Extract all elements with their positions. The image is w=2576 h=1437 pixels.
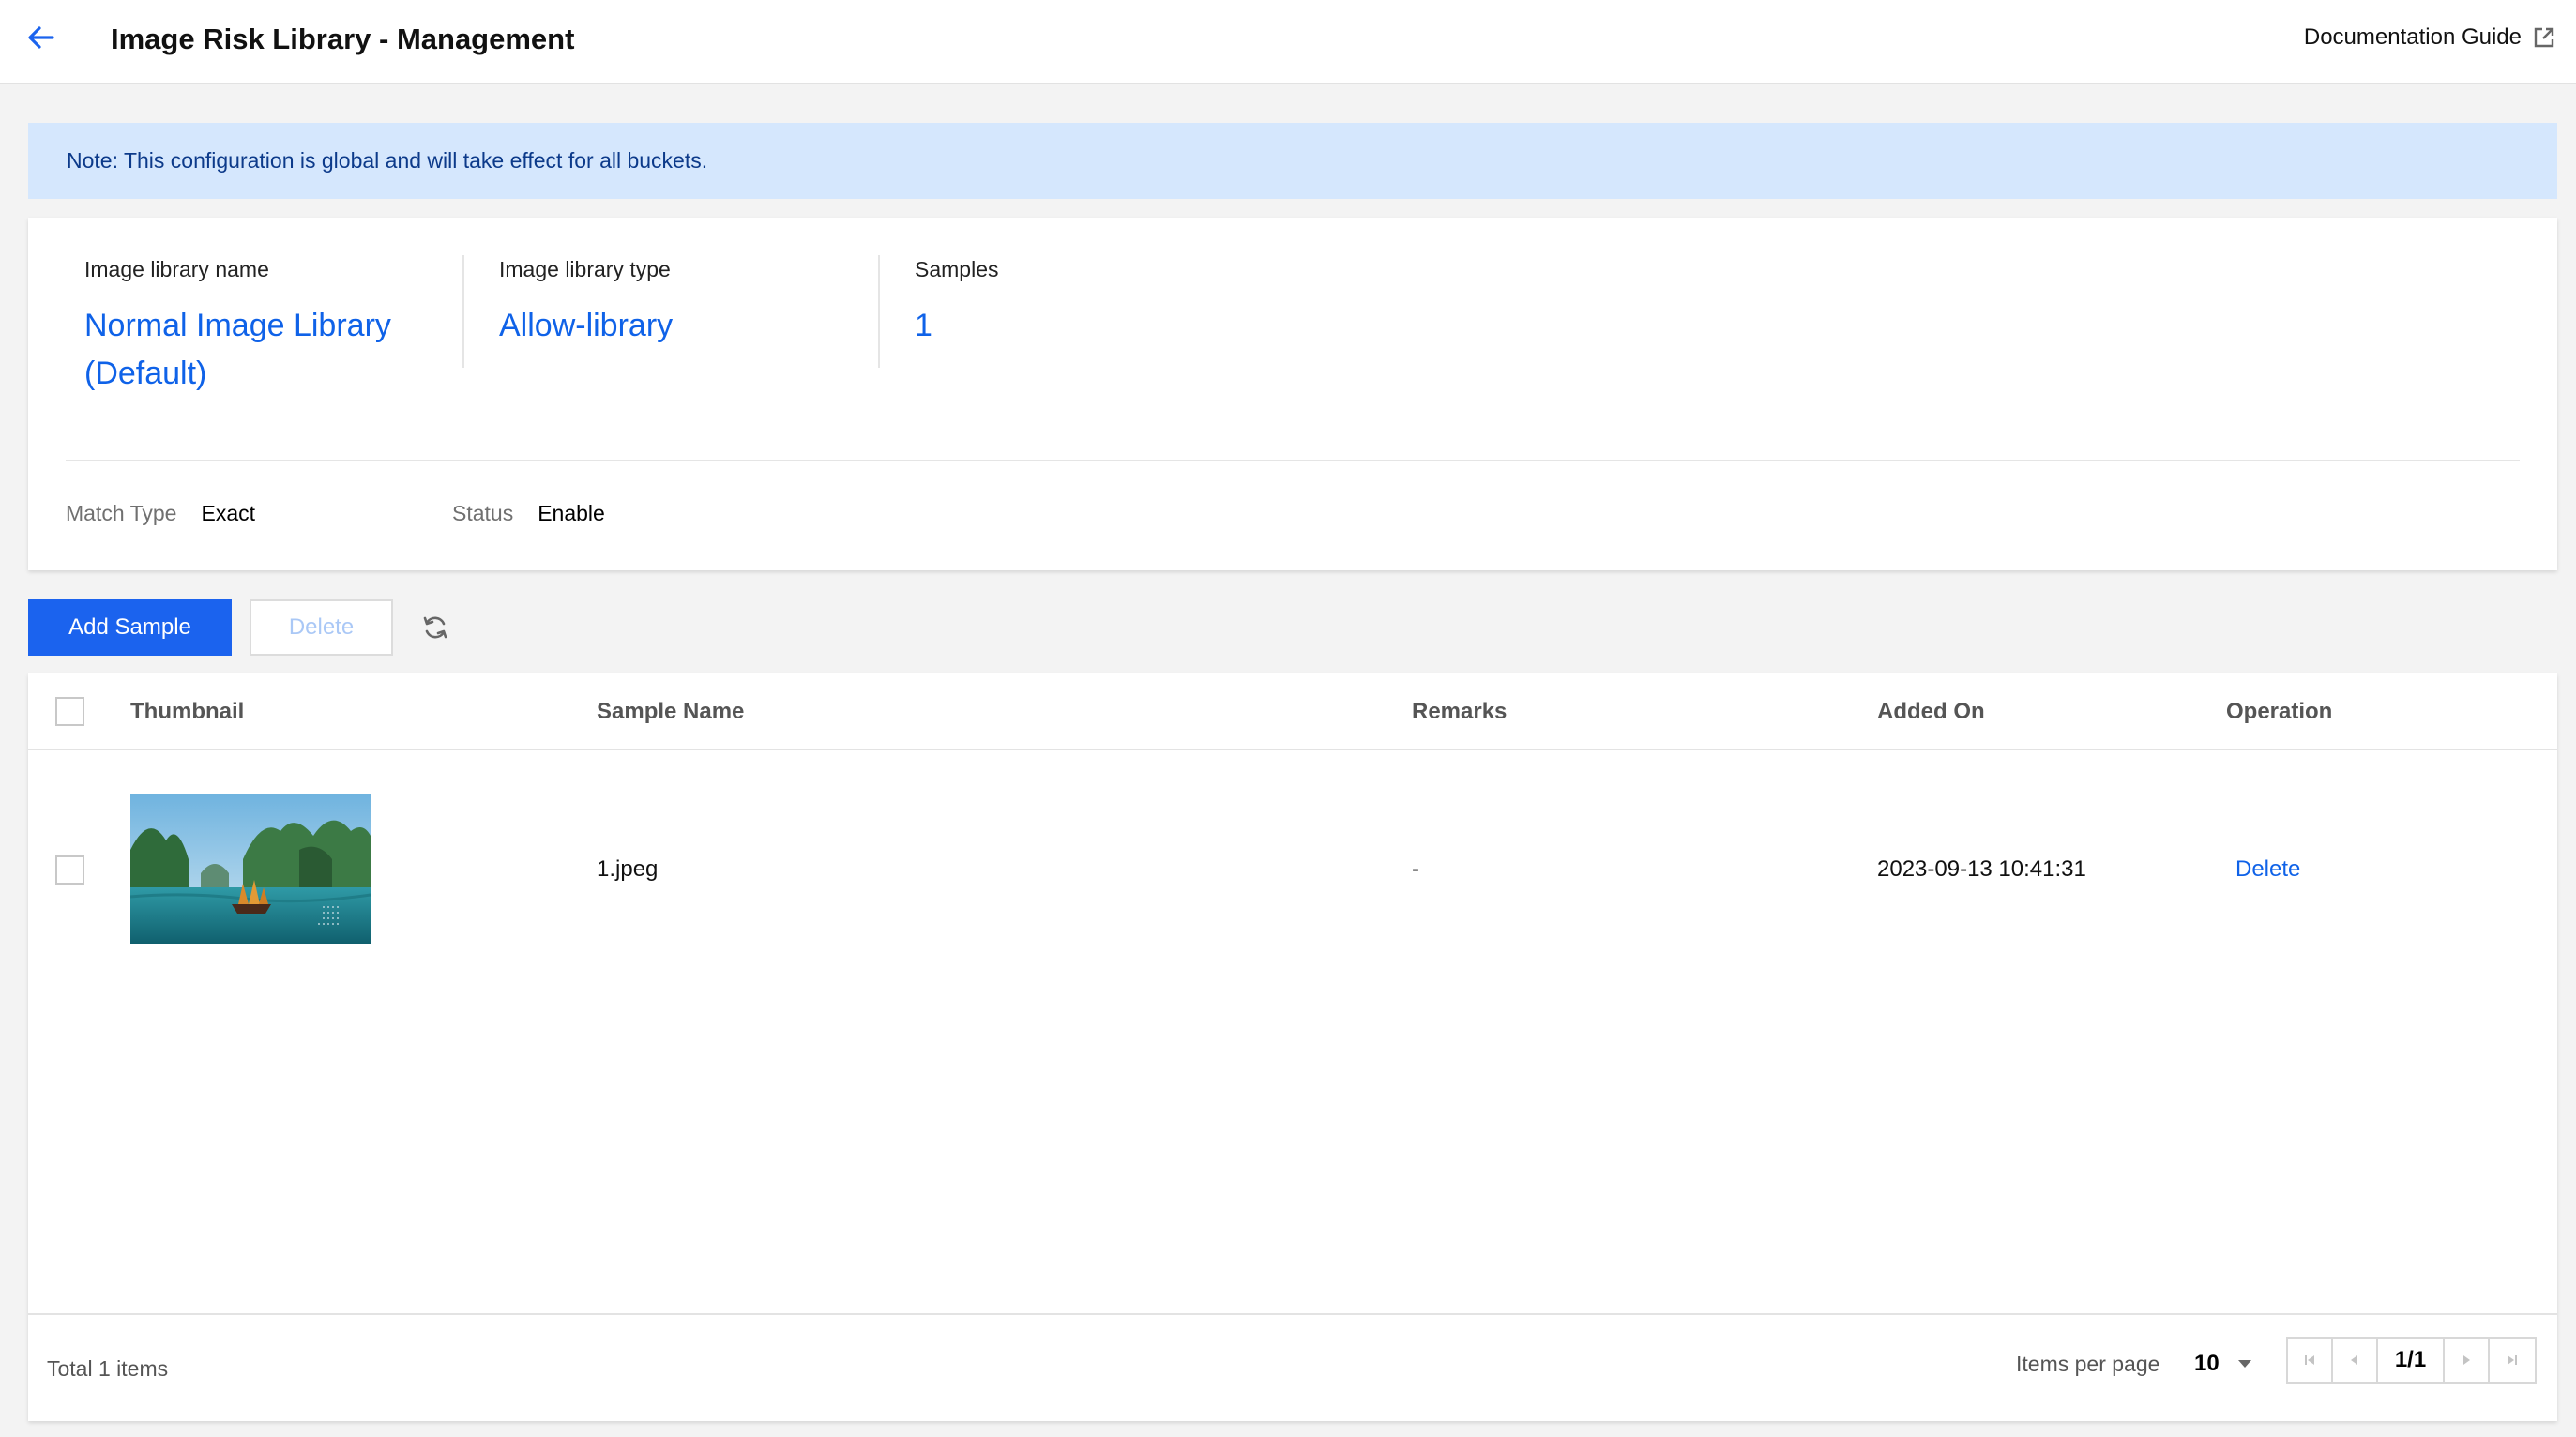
prev-page-button[interactable] [2333, 1339, 2378, 1382]
page-title: Image Risk Library - Management [111, 23, 575, 55]
top-bar: Image Risk Library - Management Document… [0, 0, 2576, 84]
thumbnail-image [130, 794, 371, 944]
back-arrow-icon[interactable] [24, 21, 58, 54]
column-header-operation: Operation [2226, 699, 2333, 724]
sample-added-on: 2023-09-13 10:41:31 [1877, 856, 2086, 882]
external-link-icon [2534, 27, 2554, 48]
row-checkbox[interactable] [55, 855, 84, 885]
page-indicator: 1/1 [2378, 1339, 2445, 1382]
library-name-line2: (Default) [84, 355, 207, 391]
select-all-checkbox[interactable] [55, 697, 84, 726]
sample-thumbnail[interactable] [130, 794, 371, 944]
sample-name: 1.jpeg [597, 856, 659, 882]
samples-table: Thumbnail Sample Name Remarks Added On O… [28, 673, 2557, 1421]
prev-page-icon [2351, 1355, 2357, 1365]
column-header-thumbnail: Thumbnail [130, 699, 245, 724]
library-type-label: Image library type [499, 257, 671, 281]
divider [878, 255, 880, 368]
last-page-icon [2508, 1355, 2517, 1365]
library-name-label: Image library name [84, 257, 269, 281]
library-type-section: Image library type Allow-library [499, 255, 856, 350]
refresh-icon[interactable] [420, 613, 450, 643]
samples-value: 1 [915, 308, 932, 343]
total-items: Total 1 items [47, 1356, 169, 1381]
library-name-value: Normal Image Library (Default) [84, 302, 441, 398]
first-page-button[interactable] [2288, 1339, 2333, 1382]
column-header-sample-name: Sample Name [597, 699, 745, 724]
samples-section: Samples 1 [915, 255, 1196, 350]
library-info-card: Image library name Normal Image Library … [28, 218, 2557, 570]
match-type-value: Exact [201, 501, 256, 525]
sample-remarks: - [1412, 856, 1419, 882]
first-page-icon [2305, 1355, 2314, 1365]
table-row: 1.jpeg - 2023-09-13 10:41:31 Delete [28, 750, 2557, 955]
row-delete-link[interactable]: Delete [2235, 855, 2300, 885]
match-type: Match Type Exact [66, 499, 255, 527]
table-header: Thumbnail Sample Name Remarks Added On O… [28, 673, 2557, 750]
library-type-value: Allow-library [499, 308, 674, 343]
next-page-button[interactable] [2445, 1339, 2490, 1382]
items-per-page-label: Items per page [2016, 1352, 2160, 1376]
caret-down-icon [2237, 1360, 2251, 1368]
items-per-page-value: 10 [2194, 1351, 2220, 1376]
next-page-icon [2463, 1355, 2470, 1365]
add-sample-button[interactable]: Add Sample [28, 599, 232, 656]
table-footer: Total 1 items Items per page 10 1/1 [28, 1313, 2557, 1421]
pagination: 1/1 [2286, 1337, 2537, 1384]
match-type-label: Match Type [66, 501, 177, 525]
samples-label: Samples [915, 257, 999, 281]
column-header-added-on: Added On [1877, 699, 1985, 724]
documentation-guide-label: Documentation Guide [2303, 24, 2522, 50]
delete-button[interactable]: Delete [250, 599, 393, 656]
divider [462, 255, 464, 368]
items-per-page-select[interactable]: 10 [2194, 1349, 2253, 1379]
library-name-section: Image library name Normal Image Library … [84, 255, 441, 398]
divider [66, 460, 2520, 461]
status-label: Status [452, 501, 514, 525]
status: Status Enable [452, 499, 605, 527]
documentation-guide-link[interactable]: Documentation Guide [2304, 23, 2555, 53]
global-config-note: Note: This configuration is global and w… [28, 123, 2557, 199]
last-page-button[interactable] [2490, 1339, 2535, 1382]
column-header-remarks: Remarks [1412, 699, 1508, 724]
library-name-line1: Normal Image Library [84, 308, 391, 343]
status-value: Enable [538, 501, 605, 525]
